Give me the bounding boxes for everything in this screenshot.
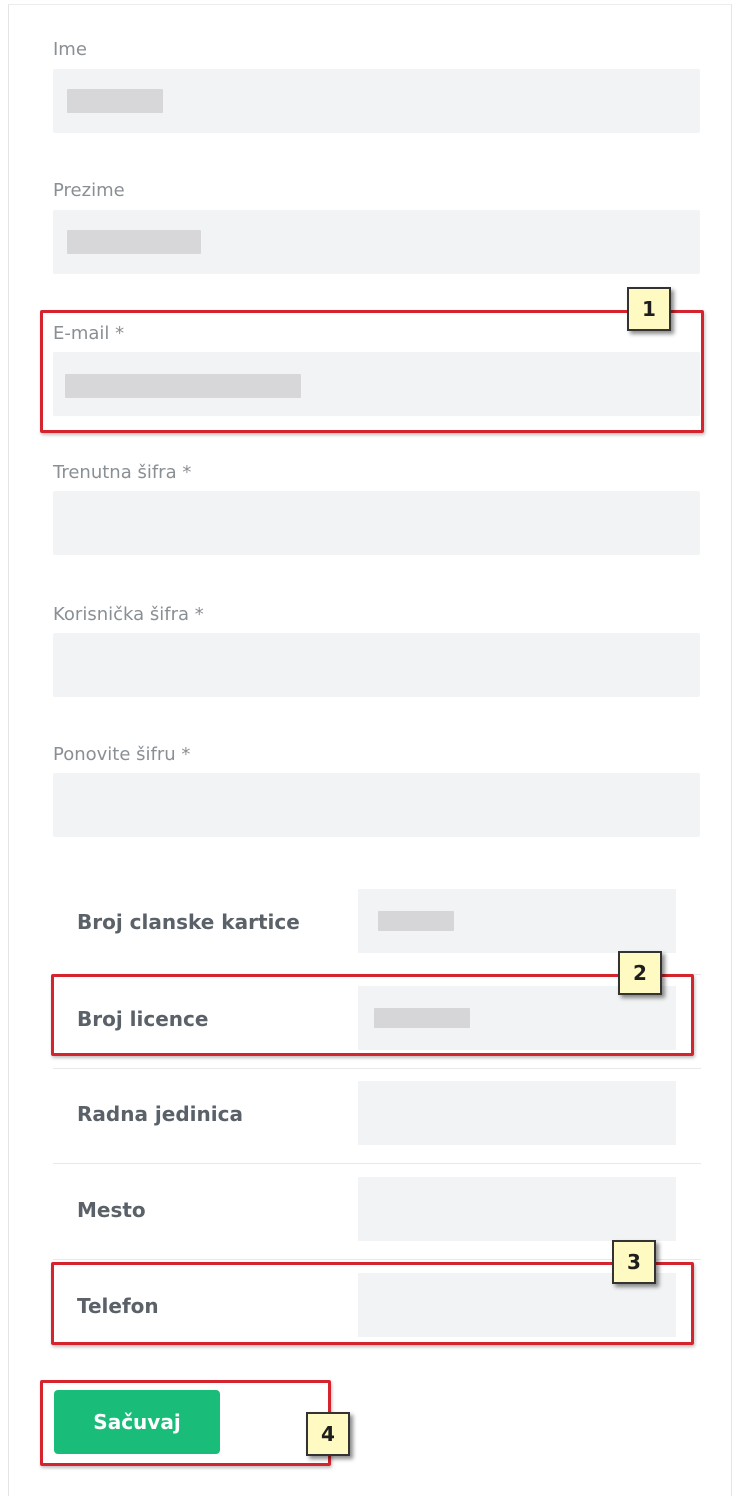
row-divider (53, 1068, 701, 1069)
annotation-badge-3: 3 (612, 1240, 656, 1284)
annotation-badge-1: 1 (627, 287, 671, 331)
last-name-label: Prezime (53, 180, 125, 201)
city-field[interactable] (358, 1177, 676, 1241)
repeat-password-field[interactable] (53, 773, 700, 837)
last-name-field[interactable] (53, 210, 700, 274)
first-name-field[interactable] (53, 69, 700, 133)
city-label: Mesto (77, 1198, 146, 1222)
first-name-label: Ime (53, 39, 87, 60)
user-password-label: Korisnička šifra * (53, 604, 204, 625)
repeat-password-label: Ponovite šifru * (53, 744, 191, 765)
current-password-field[interactable] (53, 491, 700, 555)
redacted-value (67, 89, 163, 113)
current-password-label: Trenutna šifra * (53, 462, 192, 483)
highlight-box-save (40, 1380, 331, 1466)
annotation-badge-2: 2 (618, 951, 662, 995)
highlight-box-phone (51, 1262, 694, 1345)
highlight-box-license (51, 974, 694, 1056)
annotation-badge-4: 4 (306, 1412, 350, 1456)
row-divider (53, 1259, 701, 1260)
work-unit-field[interactable] (358, 1081, 676, 1145)
work-unit-label: Radna jedinica (77, 1102, 243, 1126)
redacted-value (378, 911, 454, 931)
user-password-field[interactable] (53, 633, 700, 697)
highlight-box-email (40, 310, 704, 433)
membership-card-label: Broj clanske kartice (77, 910, 300, 934)
row-divider (53, 1163, 701, 1164)
redacted-value (67, 230, 201, 254)
membership-card-field[interactable] (358, 889, 676, 953)
